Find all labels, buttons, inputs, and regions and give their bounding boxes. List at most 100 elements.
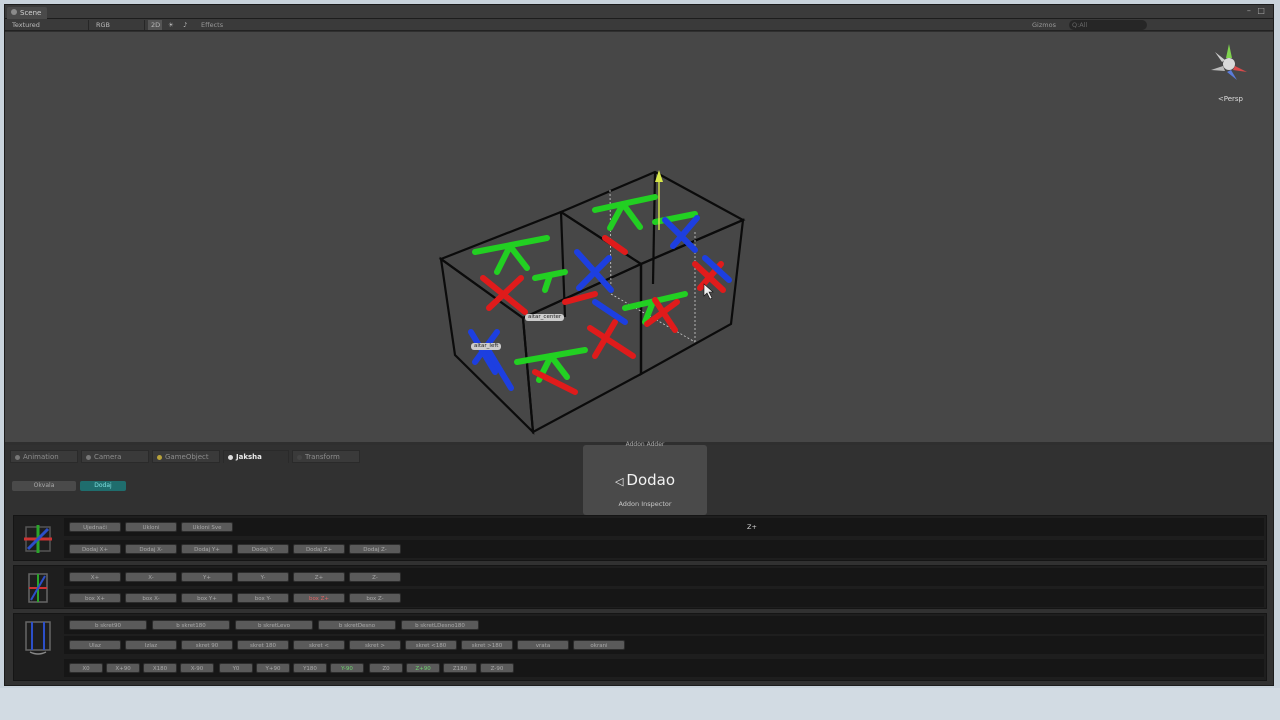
scene-render [438, 170, 746, 435]
y-minus-button[interactable]: Y- [237, 572, 289, 582]
2d-toggle-button[interactable]: 2D [148, 20, 162, 30]
z0-button[interactable]: Z0 [369, 663, 403, 673]
dodaj-x-plus-button[interactable]: Dodaj X+ [69, 544, 121, 554]
x180-button[interactable]: X180 [143, 663, 177, 673]
b-skret-ldesno180-button[interactable]: b skretLDesno180 [401, 620, 479, 630]
x-plus-90-button[interactable]: X+90 [106, 663, 140, 673]
z-plus-label: Z+ [747, 523, 757, 531]
tab-label: Animation [23, 453, 59, 461]
skret-left-180-button[interactable]: skret <180 [405, 640, 457, 650]
transform-icon [297, 454, 302, 460]
dodao-logo: ◁ Dodao [583, 471, 707, 489]
z-plus-90-button[interactable]: Z+90 [406, 663, 440, 673]
unity-logo-icon: ◁ [614, 475, 624, 488]
tab-label: Camera [94, 453, 122, 461]
skret-right-180-button[interactable]: skret >180 [461, 640, 513, 650]
overlay-sub-label: Addon Inspector [618, 500, 672, 508]
izlaz-button[interactable]: Izlaz [125, 640, 177, 650]
tab-transform[interactable]: Transform [292, 450, 360, 463]
subtab-dodaj[interactable]: Dodaj [80, 481, 126, 491]
box-y-plus-button[interactable]: box Y+ [181, 593, 233, 603]
object-label-left[interactable]: altar_left [471, 343, 502, 350]
effects-dropdown[interactable]: Effects [198, 20, 238, 30]
dodaj-z-minus-button[interactable]: Dodaj Z- [349, 544, 401, 554]
skret-left-button[interactable]: skret < [293, 640, 345, 650]
jaksha-icon [228, 454, 233, 460]
object-label-center[interactable]: altar_center [525, 314, 565, 321]
x0-button[interactable]: X0 [69, 663, 103, 673]
scene-icon [11, 9, 17, 15]
b-skret-levo-button[interactable]: b skretLevo [235, 620, 313, 630]
ujednaci-button[interactable]: Ujednači [69, 522, 121, 532]
tab-label: Transform [305, 453, 340, 461]
ulaz-button[interactable]: Ulaz [69, 640, 121, 650]
camera-icon [86, 454, 91, 460]
ukloni-sve-button[interactable]: Ukloni Sve [181, 522, 233, 532]
gizmos-dropdown[interactable]: Gizmos [1029, 20, 1069, 30]
y0-button[interactable]: Y0 [219, 663, 253, 673]
ukloni-button[interactable]: Ukloni [125, 522, 177, 532]
dodaj-y-minus-button[interactable]: Dodaj Y- [237, 544, 289, 554]
overlay-top-label: Addon Adder [625, 441, 665, 448]
unity-editor-window: Scene – □ Textured RGB 2D ☀ ♪ Effects Gi… [4, 4, 1274, 686]
z-minus-button[interactable]: Z- [349, 572, 401, 582]
scene-toolbar: Textured RGB 2D ☀ ♪ Effects Gizmos Q:All [5, 19, 1273, 31]
box-y-minus-button[interactable]: box Y- [237, 593, 289, 603]
title-bar: Scene – □ [5, 5, 1273, 19]
tab-label: Jaksha [236, 453, 262, 461]
x-plus-button[interactable]: X+ [69, 572, 121, 582]
audio-toggle-icon[interactable]: ♪ [180, 20, 192, 30]
skret-right-button[interactable]: skret > [349, 640, 401, 650]
z-minus-90-button[interactable]: Z-90 [480, 663, 514, 673]
box-x-plus-button[interactable]: box X+ [69, 593, 121, 603]
dodaj-z-plus-button[interactable]: Dodaj Z+ [293, 544, 345, 554]
tab-scene[interactable]: Scene [7, 7, 48, 19]
y-plus-90-button[interactable]: Y+90 [256, 663, 290, 673]
y-plus-button[interactable]: Y+ [181, 572, 233, 582]
box-z-minus-button[interactable]: box Z- [349, 593, 401, 603]
b-skret-desno-button[interactable]: b skretDesno [318, 620, 396, 630]
b-skret90-button[interactable]: b skret90 [69, 620, 147, 630]
skret-90-button[interactable]: skret 90 [181, 640, 233, 650]
box-z-plus-button[interactable]: box Z+ [293, 593, 345, 603]
desktop-background [0, 688, 1280, 720]
render-mode-dropdown[interactable]: RGB [93, 20, 145, 30]
dodaj-y-plus-button[interactable]: Dodaj Y+ [181, 544, 233, 554]
dodaj-x-minus-button[interactable]: Dodaj X- [125, 544, 177, 554]
panel-rotate: b skret90 b skret180 b skretLevo b skret… [13, 613, 1267, 681]
b-skret180-button[interactable]: b skret180 [152, 620, 230, 630]
tab-label: GameObject [165, 453, 209, 461]
tab-jaksha[interactable]: Jaksha [223, 450, 289, 463]
mouse-cursor-icon [703, 283, 714, 300]
z-plus-button[interactable]: Z+ [293, 572, 345, 582]
y-minus-90-button[interactable]: Y-90 [330, 663, 364, 673]
vrata-button[interactable]: vrata [517, 640, 569, 650]
orientation-gizmo-icon[interactable] [1205, 40, 1253, 88]
subtab-okvala[interactable]: Okvala [12, 481, 76, 491]
box-x-minus-button[interactable]: box X- [125, 593, 177, 603]
x-minus-90-button[interactable]: X-90 [180, 663, 214, 673]
scene-tab-label: Scene [20, 9, 42, 17]
gameobject-icon [157, 454, 162, 460]
panel-add-cubes: Ujednači Ukloni Ukloni Sve Z+ Dodaj X+ D… [13, 515, 1267, 561]
dodao-overlay: Addon Adder ◁ Dodao Addon Inspector [583, 441, 707, 515]
scene-viewport[interactable]: altar_center altar_left <Persp [5, 32, 1273, 442]
box-icon [28, 573, 48, 603]
tab-animation[interactable]: Animation [10, 450, 78, 463]
window-controls[interactable]: – □ [1247, 6, 1267, 15]
shading-mode-dropdown[interactable]: Textured [9, 20, 89, 30]
tab-camera[interactable]: Camera [81, 450, 149, 463]
perspective-label[interactable]: <Persp [1218, 95, 1243, 103]
x-minus-button[interactable]: X- [125, 572, 177, 582]
light-toggle-icon[interactable]: ☀ [165, 20, 177, 30]
animation-icon [15, 454, 20, 460]
axis-cube-icon [24, 525, 52, 553]
tab-gameobject[interactable]: GameObject [152, 450, 220, 463]
skret-180-button[interactable]: skret 180 [237, 640, 289, 650]
y180-button[interactable]: Y180 [293, 663, 327, 673]
okrani-button[interactable]: okrani [573, 640, 625, 650]
scene-search-input[interactable]: Q:All [1069, 20, 1147, 30]
z180-button[interactable]: Z180 [443, 663, 477, 673]
panel-move: X+ X- Y+ Y- Z+ Z- box X+ box X- box Y+ b… [13, 565, 1267, 609]
dodao-logo-text: Dodao [626, 471, 676, 489]
